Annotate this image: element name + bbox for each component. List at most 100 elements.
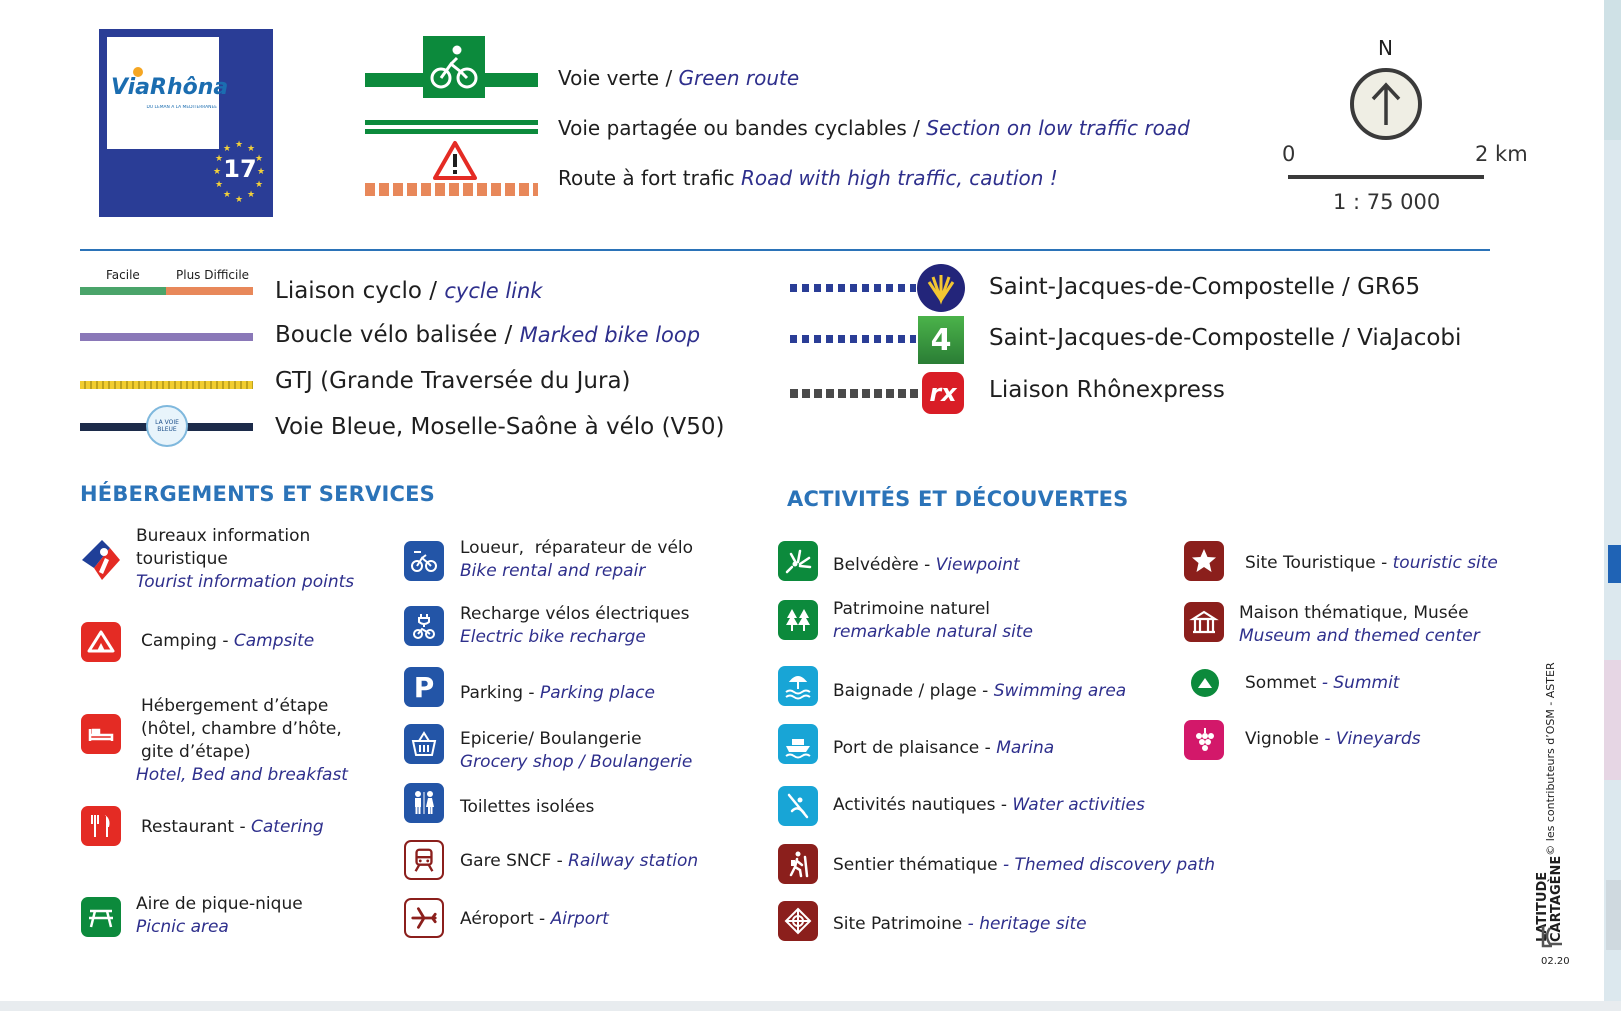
summit-icon [1191,669,1219,697]
bike-route-gtj: GTJ (Grande Traversée du Jura) [275,368,631,394]
viajacobi-badge: 4 [918,316,964,364]
natural-heritage-icon [778,600,818,640]
service-grocery: Epicerie/ Boulangerie Grocery shop / Bou… [460,729,693,772]
svg-text:★: ★ [223,144,231,154]
service-lodging: Hébergement d’étape (hôtel, chambre d’hô… [136,696,348,785]
bike-loop-symbol [80,333,253,341]
compass-north-label: N [1378,36,1393,60]
route-high-traffic: Route à fort trafic Road with high traff… [558,166,1058,190]
rhonexpress-symbol [790,389,920,398]
rhonexpress-badge: rx [922,372,964,414]
hiker-path-icon [778,844,818,884]
airport-icon [404,898,444,938]
activity-museum: Maison thématique, Musée Museum and them… [1239,603,1480,646]
map-edge-strip [1604,0,1621,1011]
viajacobi-symbol [790,335,916,343]
section-divider [80,249,1490,251]
svg-text:★: ★ [215,180,223,190]
services-title: HÉBERGEMENTS ET SERVICES [80,482,435,506]
ebike-charging-icon [404,606,444,646]
service-parking: Parking - Parking place [460,683,655,703]
logo-sun-icon [133,67,143,77]
route-green: Voie verte / Green route [558,66,800,90]
service-ebike-charging: Recharge vélos électriques Electric bike… [460,604,690,647]
gtj-symbol [80,381,253,389]
gr65-symbol [790,284,916,292]
activity-natural-heritage: Patrimoine naturel remarkable natural si… [833,599,1033,642]
camping-icon [81,622,121,662]
route-shared: Voie partagée ou bandes cyclables / Sect… [558,116,1190,140]
service-tourist-info: Bureaux information touristique Tourist … [136,526,355,592]
green-route-symbol [365,36,538,98]
lodging-bed-icon [81,714,121,754]
scallop-shell-icon [917,264,965,312]
activity-themed-path: Sentier thématique - Themed discovery pa… [833,855,1216,875]
logo-tagline: DU LÉMAN À LA MÉDITERRANÉE [146,105,217,110]
cyclo-hard-label: Plus Difficile [176,268,250,282]
eurovelo-number: 17 [223,155,257,183]
warning-icon [433,141,477,180]
service-airport: Aéroport - Airport [460,909,609,929]
activity-touristic: Site Touristique - touristic site [1245,553,1498,573]
scale-max: 2 km [1475,142,1528,166]
tourist-info-icon [80,538,122,582]
activity-summit: Sommet - Summit [1245,673,1400,693]
viewpoint-icon [778,541,818,581]
compass-icon [1350,68,1422,140]
scale-bar [1288,175,1484,179]
swimming-beach-icon [778,666,818,706]
viarhona-logo: ViaRhôna DU LÉMAN À LA MÉDITERRANÉE ★ ★ ★ ★… [99,29,273,217]
bicycle-icon [430,45,478,89]
latitude-cartagene-logo [1540,924,1568,950]
marina-boat-icon [778,724,818,764]
parking-icon: P [404,667,444,707]
credits-version: 02.20 [1541,956,1570,967]
vineyard-grapes-icon [1184,720,1224,760]
bike-route-boucle: Boucle vélo balisée / Marked bike loop [275,322,701,348]
svg-text:★: ★ [215,154,223,164]
activity-water: Activités nautiques - Water activities [833,795,1145,815]
credits-copyright: © les contributeurs d’OSM - ASTER [1543,662,1557,856]
scale-ratio: 1 : 75 000 [1333,190,1441,214]
activity-heritage: Site Patrimoine - heritage site [833,914,1087,934]
activities-title: ACTIVITÉS ET DÉCOUVERTES [787,487,1129,511]
svg-text:★: ★ [223,190,231,200]
shared-road-symbol [365,120,538,134]
railway-station-icon [404,840,444,880]
service-railway: Gare SNCF - Railway station [460,851,699,871]
kayak-icon [778,786,818,826]
bike-route-voie-bleue: Voie Bleue, Moselle-Saône à vélo (V50) [275,414,725,440]
activity-viewpoint: Belvédère - Viewpoint [833,555,1020,575]
service-toilets: Toilettes isolées [460,797,595,817]
svg-text:★: ★ [213,167,221,177]
svg-text:★: ★ [247,144,255,154]
scale-zero: 0 [1282,142,1296,166]
grocery-basket-icon [404,724,444,764]
museum-icon [1184,602,1224,642]
credits-vertical: LATITUDE CARTAGÈNE © les contributeurs d… [1535,582,1576,942]
activity-swimming: Baignade / plage - Swimming area [833,681,1127,701]
touristic-star-icon [1184,541,1224,581]
bike-route-viajacobi: Saint-Jacques-de-Compostelle / ViaJacobi [989,325,1462,351]
bike-route-rhonexpress: Liaison Rhônexpress [989,377,1225,403]
logo-brand: ViaRhôna [111,75,229,100]
bike-route-liaison: Liaison cyclo / cycle link [275,278,543,304]
activity-vineyard: Vignoble - Vineyards [1245,729,1421,749]
service-camping: Camping - Campsite [141,631,315,651]
high-traffic-symbol [365,183,538,196]
service-picnic: Aire de pique-nique Picnic area [136,894,303,937]
svg-text:★: ★ [235,195,243,205]
heritage-site-icon [778,901,818,941]
restaurant-icon [81,806,121,846]
map-bottom-edge [0,1001,1621,1011]
bike-route-gr65: Saint-Jacques-de-Compostelle / GR65 [989,274,1421,300]
service-bike-rental: Loueur, réparateur de vélo Bike rental a… [460,538,694,581]
svg-text:★: ★ [247,190,255,200]
voie-bleue-badge: LA VOIE BLEUE [146,405,188,447]
cyclo-link-symbol [80,287,253,295]
cyclo-easy-label: Facile [106,268,140,282]
svg-text:★: ★ [235,140,243,150]
picnic-table-icon [81,897,121,937]
activity-marina: Port de plaisance - Marina [833,738,1055,758]
svg-text:★: ★ [257,167,265,177]
